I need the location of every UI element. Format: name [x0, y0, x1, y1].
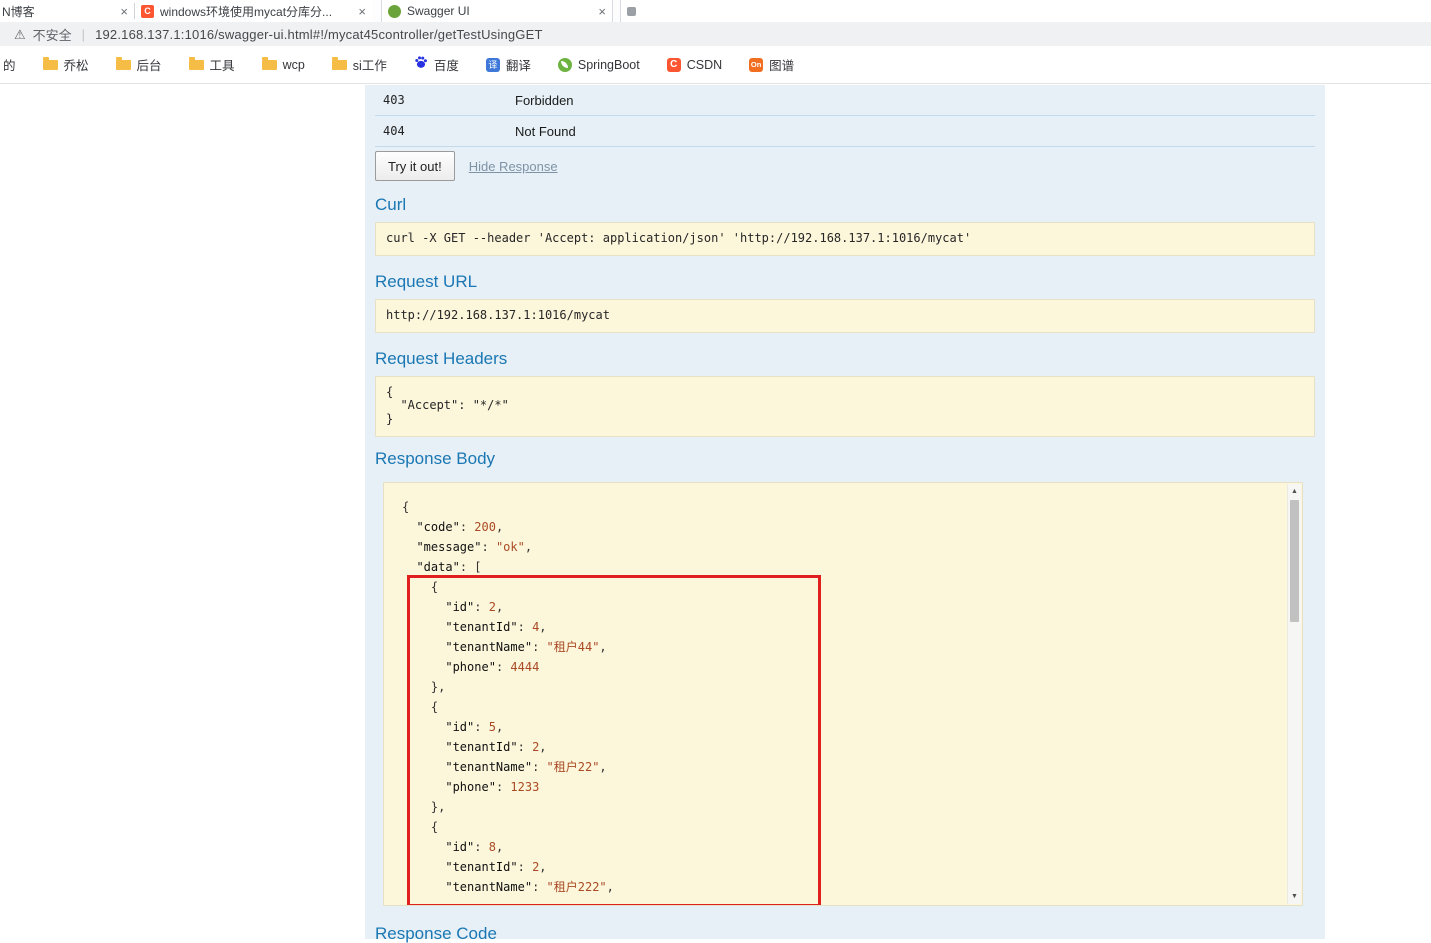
not-secure-label: 不安全 — [32, 27, 72, 43]
folder-icon — [115, 56, 131, 70]
response-body-box: { "code": 200, "message": "ok", "data": … — [383, 481, 1303, 906]
response-body-heading: Response Body — [375, 448, 496, 468]
browser-tab-partial[interactable] — [620, 0, 1431, 22]
folder-icon — [261, 56, 277, 70]
tab-title: N博客 — [2, 4, 35, 19]
request-headers-text: { "Accept": "*/*" } — [386, 384, 509, 427]
csdn-icon: C — [666, 57, 681, 72]
curl-heading: Curl — [375, 195, 407, 214]
translate-icon: 译 — [485, 57, 500, 72]
http-status-reason: Forbidden — [515, 92, 574, 108]
response-body-scrollbar[interactable]: ▲ ▼ — [1287, 483, 1301, 904]
response-message-row: 404 Not Found — [375, 116, 1315, 147]
spring-leaf-icon — [557, 57, 572, 72]
curl-command-box: curl -X GET --header 'Accept: applicatio… — [375, 222, 1315, 256]
response-body-json: { "code": 200, "message": "ok", "data": … — [402, 499, 614, 894]
request-url-text: http://192.168.137.1:1016/mycat — [386, 307, 610, 322]
hide-response-link[interactable]: Hide Response — [469, 159, 558, 174]
http-status-code: 403 — [383, 93, 405, 107]
request-headers-heading: Request Headers — [375, 348, 508, 368]
tab-title: windows环境使用mycat分库分... — [160, 4, 333, 19]
scroll-down-arrow-icon[interactable]: ▼ — [1288, 889, 1301, 904]
browser-tab-blog[interactable]: N博客 × — [0, 0, 134, 22]
bookmark-item[interactable]: 后台 — [115, 55, 162, 74]
url-text[interactable]: 192.168.137.1:1016/swagger-ui.html#!/myc… — [95, 27, 543, 42]
bookmark-item-csdn[interactable]: C CSDN — [666, 57, 722, 72]
bookmark-item[interactable]: wcp — [261, 56, 305, 72]
csdn-favicon-icon: C — [141, 4, 154, 18]
http-status-code: 404 — [383, 124, 405, 138]
tab-title: Swagger UI — [407, 4, 470, 18]
response-code-heading: Response Code — [375, 923, 497, 943]
folder-icon — [42, 56, 58, 70]
bookmark-item-translate[interactable]: 译 翻译 — [485, 55, 531, 74]
tab-close-icon[interactable]: × — [358, 5, 366, 18]
bookmark-item-tupu[interactable]: On 图谱 — [749, 55, 794, 74]
bookmark-item[interactable]: 的 — [3, 55, 16, 74]
bookmark-item[interactable]: si工作 — [331, 55, 387, 74]
tab-strip: N博客 × C windows环境使用mycat分库分... × Swagger… — [0, 0, 1431, 22]
response-message-row: 403 Forbidden — [375, 85, 1315, 116]
tab-close-icon[interactable]: × — [120, 5, 128, 18]
not-secure-warning-icon: ⚠ — [14, 26, 26, 42]
bookmark-item-baidu[interactable]: 百度 — [414, 55, 459, 74]
address-bar[interactable]: ⚠ 不安全 | 192.168.137.1:1016/swagger-ui.ht… — [0, 22, 1431, 46]
page-content: 403 Forbidden 404 Not Found Try it out! … — [0, 85, 1431, 943]
try-it-out-button[interactable]: Try it out! — [375, 151, 455, 181]
generic-favicon-icon — [627, 6, 636, 16]
curl-command-text: curl -X GET --header 'Accept: applicatio… — [386, 231, 972, 245]
folder-icon — [188, 56, 204, 70]
http-status-reason: Not Found — [515, 123, 576, 139]
bookmark-item[interactable]: 工具 — [188, 55, 235, 74]
swagger-operation-panel: 403 Forbidden 404 Not Found Try it out! … — [365, 85, 1325, 943]
bookmarks-bar: 的 乔松 后台 工具 wcp si工作 百度 译 翻译 SpringBoot C… — [0, 46, 1431, 84]
bookmark-item[interactable]: 乔松 — [42, 55, 89, 74]
tab-close-icon[interactable]: × — [598, 5, 606, 18]
swagger-favicon-icon — [388, 4, 401, 18]
sandbox-actions: Try it out! Hide Response — [375, 151, 1315, 181]
url-separator: | — [81, 26, 86, 42]
on-icon: On — [749, 57, 764, 72]
baidu-paw-icon — [414, 55, 428, 74]
request-url-box: http://192.168.137.1:1016/mycat — [375, 298, 1315, 333]
scroll-up-arrow-icon[interactable]: ▲ — [1288, 484, 1301, 499]
scrollbar-thumb[interactable] — [1290, 499, 1299, 622]
browser-tab-swagger-active[interactable]: Swagger UI × — [381, 0, 613, 22]
folder-icon — [331, 56, 347, 70]
bookmark-item-springboot[interactable]: SpringBoot — [557, 57, 640, 72]
request-headers-box: { "Accept": "*/*" } — [375, 375, 1315, 437]
request-url-heading: Request URL — [375, 271, 478, 291]
browser-tab-mycat-article[interactable]: C windows环境使用mycat分库分... × — [135, 0, 372, 22]
